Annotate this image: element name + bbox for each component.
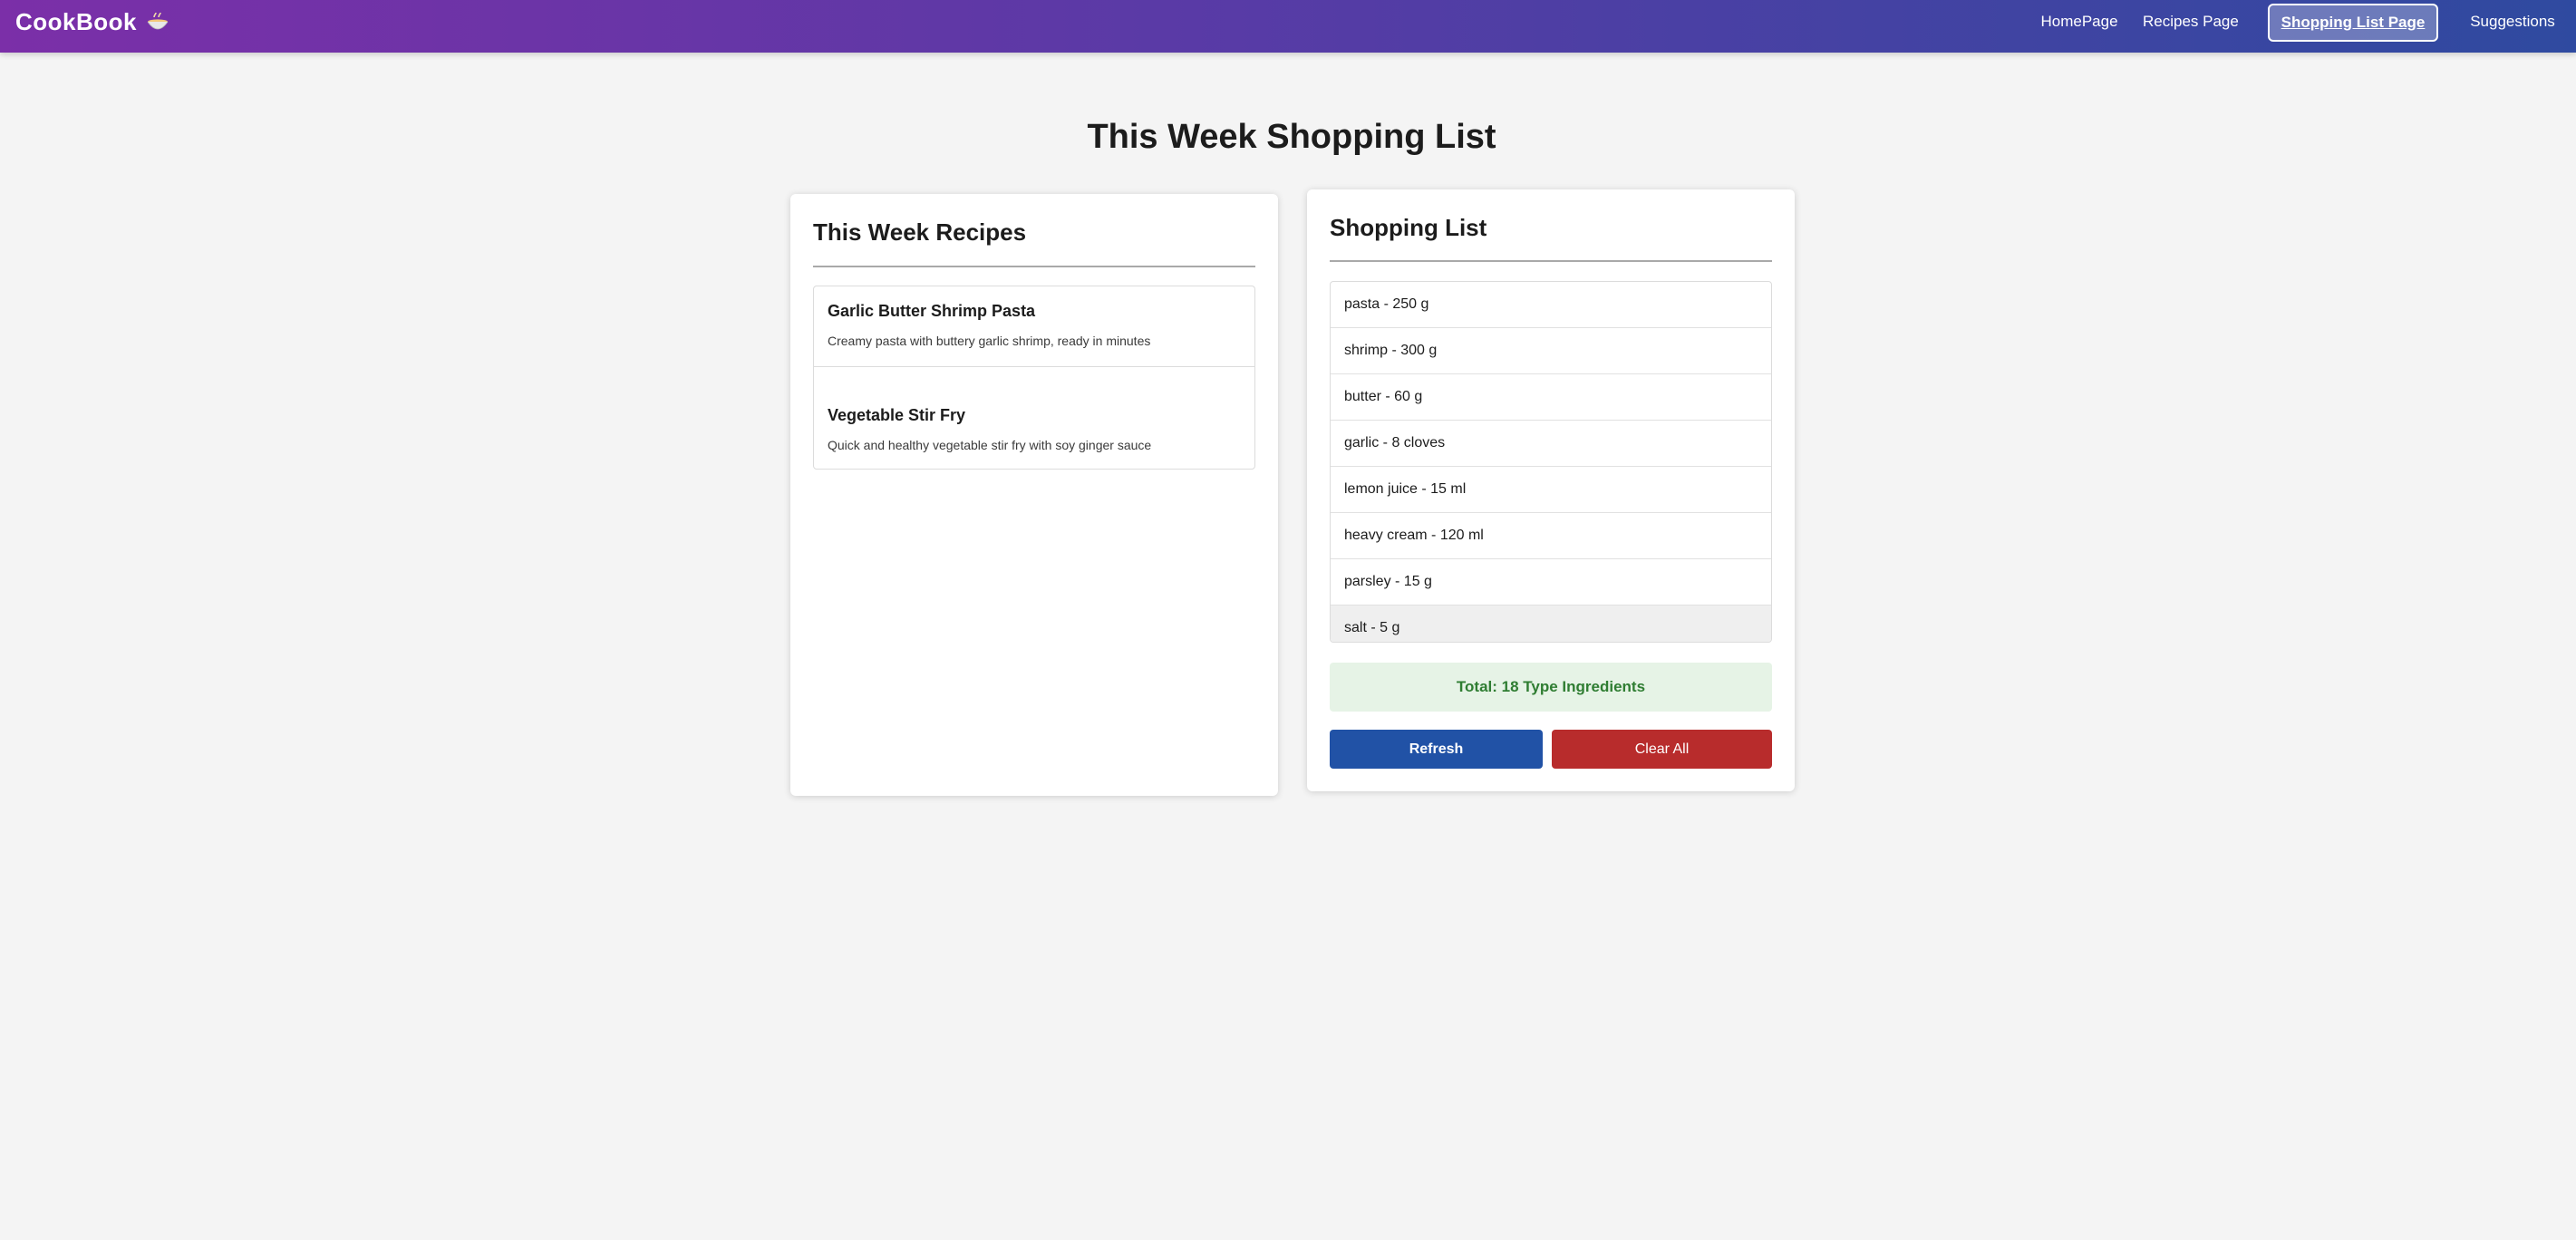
top-navbar: CookBook HomePage Recipes Page Shopping … bbox=[0, 0, 2576, 53]
brand-logo[interactable]: CookBook bbox=[15, 8, 169, 36]
recipe-description: Creamy pasta with buttery garlic shrimp,… bbox=[828, 334, 1151, 348]
brand-name: CookBook bbox=[15, 8, 137, 35]
list-item[interactable]: Vegetable Stir Fry Quick and healthy veg… bbox=[814, 366, 1254, 469]
divider bbox=[1330, 260, 1772, 262]
list-item[interactable]: shrimp - 300 g bbox=[1331, 328, 1771, 374]
refresh-button[interactable]: Refresh bbox=[1330, 730, 1543, 769]
recipes-card-title: This Week Recipes bbox=[813, 218, 1027, 246]
shopping-card-title: Shopping List bbox=[1330, 214, 1487, 241]
list-item[interactable]: lemon juice - 15 ml bbox=[1331, 467, 1771, 513]
list-item[interactable]: pasta - 250 g bbox=[1331, 282, 1771, 328]
list-item[interactable]: Garlic Butter Shrimp Pasta Creamy pasta … bbox=[814, 286, 1254, 366]
list-item[interactable]: parsley - 15 g bbox=[1331, 559, 1771, 605]
list-item[interactable]: heavy cream - 120 ml bbox=[1331, 513, 1771, 559]
clear-all-button[interactable]: Clear All bbox=[1552, 730, 1772, 769]
recipe-list: Garlic Butter Shrimp Pasta Creamy pasta … bbox=[813, 286, 1255, 470]
nav-suggestions[interactable]: Suggestions bbox=[2465, 4, 2560, 40]
list-item[interactable]: garlic - 8 cloves bbox=[1331, 421, 1771, 467]
divider bbox=[813, 266, 1255, 267]
shopping-list-card: Shopping List pasta - 250 g shrimp - 300… bbox=[1307, 189, 1795, 791]
page-title: This Week Shopping List bbox=[1087, 118, 1496, 156]
shopping-list[interactable]: pasta - 250 g shrimp - 300 g butter - 60… bbox=[1330, 281, 1772, 643]
list-item[interactable]: salt - 5 g bbox=[1331, 605, 1771, 642]
nav-home[interactable]: HomePage bbox=[2019, 4, 2139, 40]
bowl-icon bbox=[147, 12, 169, 29]
nav-shopping-list[interactable]: Shopping List Page bbox=[2268, 4, 2438, 42]
nav-recipes[interactable]: Recipes Page bbox=[2143, 4, 2239, 40]
recipe-name: Vegetable Stir Fry bbox=[828, 406, 966, 424]
total-ingredients-badge: Total: 18 Type Ingredients bbox=[1330, 663, 1772, 712]
list-item[interactable]: butter - 60 g bbox=[1331, 374, 1771, 421]
recipe-description: Quick and healthy vegetable stir fry wit… bbox=[828, 438, 1152, 452]
recipes-card: This Week Recipes Garlic Butter Shrimp P… bbox=[790, 194, 1278, 796]
recipe-name: Garlic Butter Shrimp Pasta bbox=[828, 302, 1036, 320]
